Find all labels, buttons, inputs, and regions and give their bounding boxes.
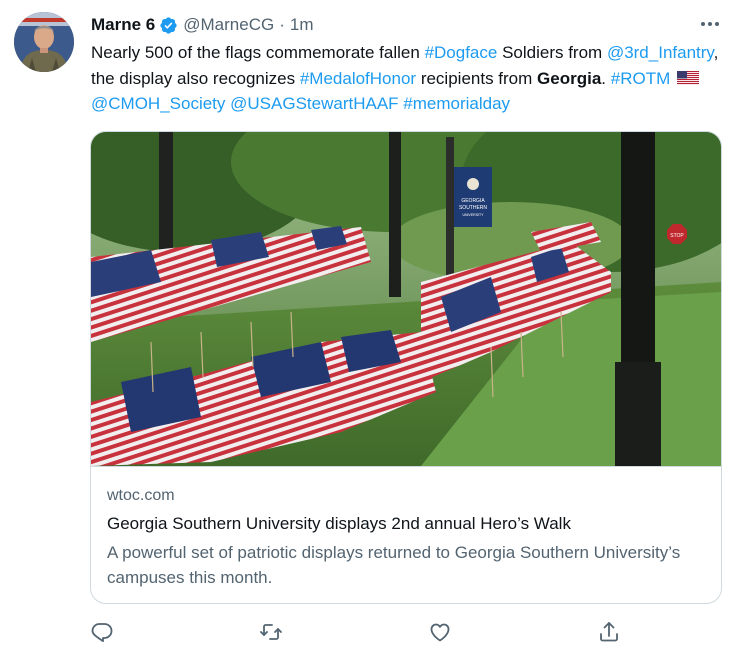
card-divider <box>91 466 721 467</box>
share-icon[interactable] <box>597 620 621 644</box>
link-card[interactable]: GEORGIA SOUTHERN UNIVERSITY STOP wtoc.co… <box>90 131 722 604</box>
card-title[interactable]: Georgia Southern University displays 2nd… <box>107 514 571 534</box>
mention-link[interactable]: @CMOH_Society <box>91 94 225 113</box>
mention-link[interactable]: @USAGStewartHAAF <box>230 94 398 113</box>
flags-photo: GEORGIA SOUTHERN UNIVERSITY STOP <box>91 132 721 466</box>
mention-link[interactable]: @3rd_Infantry <box>607 43 714 62</box>
card-image[interactable]: GEORGIA SOUTHERN UNIVERSITY STOP <box>91 132 721 466</box>
card-description[interactable]: A powerful set of patriotic displays ret… <box>107 540 707 590</box>
tweet[interactable]: Marne 6 @MarneCG · 1m Nearly 500 of the … <box>0 0 742 667</box>
timestamp[interactable]: 1m <box>290 15 314 35</box>
hashtag-link[interactable]: #Dogface <box>425 43 498 62</box>
text-span: Nearly 500 of the flags commemorate fall… <box>91 43 425 62</box>
tweet-header: Marne 6 @MarneCG · 1m <box>91 14 314 36</box>
banner-line-2: SOUTHERN <box>459 205 487 211</box>
text-span: . <box>601 68 611 88</box>
verified-badge-icon <box>159 16 178 35</box>
text-span <box>670 69 675 88</box>
separator-dot: · <box>279 15 285 34</box>
tweet-text: Nearly 500 of the flags commemorate fall… <box>91 40 731 117</box>
author-handle[interactable]: @MarneCG <box>183 15 274 35</box>
card-domain[interactable]: wtoc.com <box>107 487 175 505</box>
hashtag-link[interactable]: #ROTM <box>611 69 671 88</box>
bold-text: Georgia <box>537 68 602 88</box>
us-flag-emoji-icon <box>676 67 699 85</box>
reply-icon[interactable] <box>90 620 114 644</box>
avatar[interactable] <box>14 12 74 72</box>
retweet-icon[interactable] <box>259 620 283 644</box>
hashtag-link[interactable]: #MedalofHonor <box>300 69 416 88</box>
hashtag-link[interactable]: #memorialday <box>403 94 510 113</box>
banner-line-1: GEORGIA <box>461 198 485 204</box>
author-name[interactable]: Marne 6 <box>91 15 155 35</box>
banner-line-3: UNIVERSITY <box>462 213 484 217</box>
text-span: Soldiers from <box>497 43 607 62</box>
stop-sign-text: STOP <box>670 233 684 239</box>
more-options-icon[interactable] <box>700 14 720 34</box>
action-bar <box>90 620 630 644</box>
like-icon[interactable] <box>428 620 452 644</box>
avatar-image <box>14 12 74 72</box>
text-span: recipients from <box>416 68 538 88</box>
